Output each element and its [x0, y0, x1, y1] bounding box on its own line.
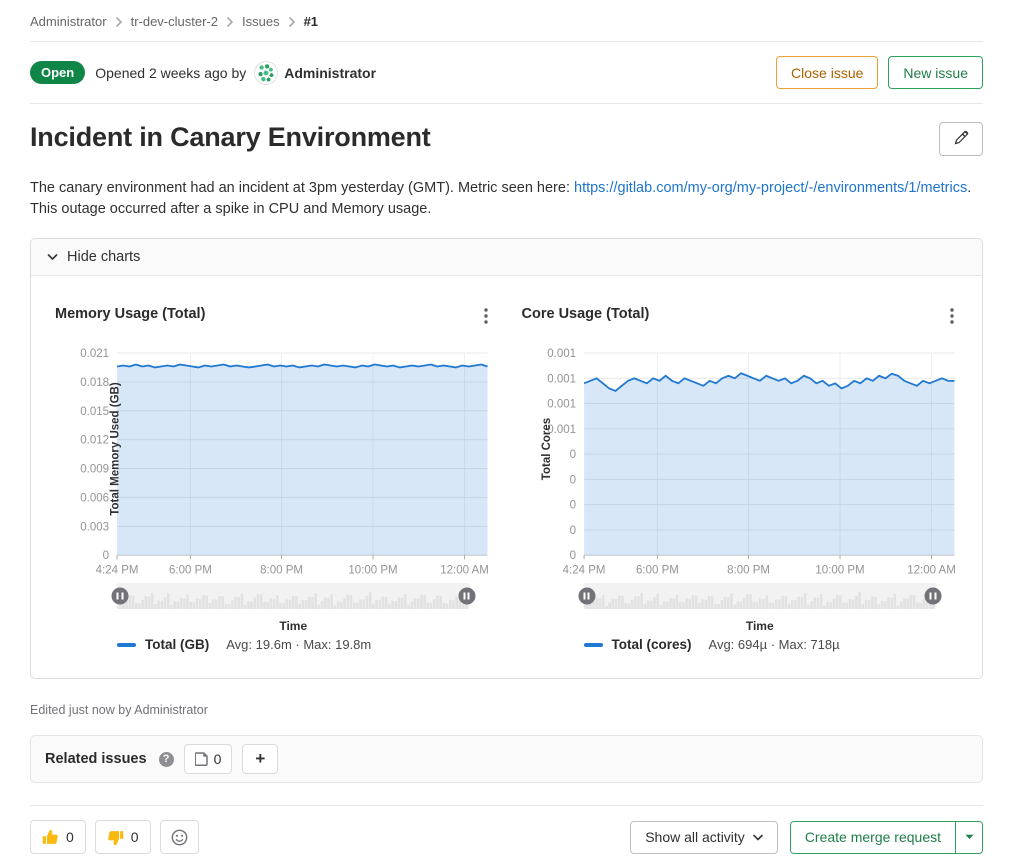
y-axis-label: Total Memory Used (GB): [110, 382, 122, 515]
edit-title-button[interactable]: [939, 122, 983, 156]
chart-range-slider[interactable]: [117, 583, 470, 609]
create-merge-request-split-button: Create merge request: [790, 821, 983, 854]
activity-filter-label: Show all activity: [645, 829, 745, 845]
svg-text:10:00 PM: 10:00 PM: [815, 564, 864, 576]
related-issues-title: Related issues: [45, 751, 147, 767]
x-axis-label: Time: [53, 619, 494, 633]
thumbs-up-icon: [42, 829, 59, 846]
close-issue-button[interactable]: Close issue: [776, 56, 878, 89]
breadcrumb: Administrator tr-dev-cluster-2 Issues #1: [30, 0, 983, 42]
thumbs-down-icon: [107, 829, 124, 846]
legend-stats: Avg: 694µ · Max: 718µ: [709, 637, 840, 652]
new-issue-button[interactable]: New issue: [888, 56, 983, 89]
description-text: The canary environment had an incident a…: [30, 180, 574, 196]
add-emoji-button[interactable]: [160, 820, 199, 854]
svg-text:12:00 AM: 12:00 AM: [440, 564, 489, 576]
range-slider-track[interactable]: [584, 583, 937, 609]
memory-usage-chart-card: Memory Usage (Total) Total Memory Used (…: [53, 298, 494, 652]
issue-icon: [195, 752, 208, 766]
hide-charts-toggle[interactable]: Hide charts: [31, 239, 982, 276]
svg-text:4:24 PM: 4:24 PM: [96, 564, 139, 576]
chart-legend: Total (cores) Avg: 694µ · Max: 718µ: [584, 637, 961, 652]
chart-range-slider[interactable]: [584, 583, 937, 609]
thumbs-up-count: 0: [66, 829, 74, 845]
legend-swatch: [584, 643, 603, 647]
pencil-icon: [953, 130, 969, 149]
y-axis-label: Total Cores: [541, 418, 553, 480]
legend-series-name: Total (cores): [612, 637, 692, 652]
author-link[interactable]: Administrator: [284, 65, 376, 81]
description-period: .: [967, 180, 971, 196]
chart-title: Core Usage (Total): [522, 306, 650, 322]
related-issues-count: 0: [214, 751, 222, 767]
kebab-menu-icon[interactable]: [944, 306, 960, 329]
hide-charts-label: Hide charts: [67, 249, 140, 265]
edited-note: Edited just now by Administrator: [30, 703, 983, 717]
related-issues-count-chip: 0: [184, 744, 233, 774]
metrics-charts-panel: Hide charts Memory Usage (Total) Total M…: [30, 238, 983, 679]
thumbs-up-button[interactable]: 0: [30, 820, 86, 854]
breadcrumb-link-project[interactable]: tr-dev-cluster-2: [131, 14, 218, 29]
merge-request-options-caret[interactable]: [955, 822, 982, 853]
issue-description: The canary environment had an incident a…: [30, 178, 983, 220]
core-usage-chart-card: Core Usage (Total) Total Cores 0.0010.00…: [520, 298, 961, 652]
breadcrumb-current-issue: #1: [304, 14, 318, 29]
legend-stats: Avg: 19.6m · Max: 19.8m: [226, 637, 371, 652]
svg-text:10:00 PM: 10:00 PM: [348, 564, 397, 576]
help-icon[interactable]: ?: [159, 752, 174, 767]
add-related-issue-button[interactable]: +: [242, 744, 278, 774]
svg-text:6:00 PM: 6:00 PM: [636, 564, 679, 576]
chevron-down-icon: [47, 253, 58, 261]
chart-legend: Total (GB) Avg: 19.6m · Max: 19.8m: [117, 637, 494, 652]
caret-down-icon: [965, 834, 974, 840]
chevron-right-icon: [115, 17, 123, 27]
charts-body: Memory Usage (Total) Total Memory Used (…: [31, 276, 982, 678]
create-merge-request-button[interactable]: Create merge request: [791, 822, 955, 853]
breadcrumb-link-group[interactable]: Administrator: [30, 14, 107, 29]
legend-swatch: [117, 643, 136, 647]
page-title: Incident in Canary Environment: [30, 122, 431, 153]
svg-text:4:24 PM: 4:24 PM: [562, 564, 605, 576]
description-text-line2: This outage occurred after a spike in CP…: [30, 201, 431, 217]
range-handle-right-icon[interactable]: [925, 588, 942, 605]
metrics-link[interactable]: https://gitlab.com/my-org/my-project/-/e…: [574, 180, 967, 196]
svg-text:8:00 PM: 8:00 PM: [260, 564, 303, 576]
chevron-right-icon: [226, 17, 234, 27]
status-badge: Open: [30, 61, 85, 84]
breadcrumb-link-issues[interactable]: Issues: [242, 14, 280, 29]
legend-series-name: Total (GB): [145, 637, 209, 652]
issue-status-bar: Open Opened 2 weeks ago by Administrator…: [30, 42, 983, 104]
svg-text:8:00 PM: 8:00 PM: [727, 564, 770, 576]
chart-title: Memory Usage (Total): [55, 306, 205, 322]
chevron-right-icon: [288, 17, 296, 27]
smiley-icon: [171, 829, 188, 846]
kebab-menu-icon[interactable]: [478, 306, 494, 329]
range-handle-left-icon[interactable]: [578, 588, 595, 605]
svg-text:12:00 AM: 12:00 AM: [907, 564, 956, 576]
thumbs-down-count: 0: [131, 829, 139, 845]
range-slider-track[interactable]: [117, 583, 470, 609]
x-axis-label: Time: [520, 619, 961, 633]
thumbs-down-button[interactable]: 0: [95, 820, 151, 854]
related-issues-bar: Related issues ? 0 +: [30, 735, 983, 783]
activity-filter-dropdown[interactable]: Show all activity: [630, 821, 778, 854]
range-handle-right-icon[interactable]: [458, 588, 475, 605]
chevron-down-icon: [753, 834, 763, 841]
opened-text: Opened 2 weeks ago by: [95, 65, 246, 81]
svg-text:6:00 PM: 6:00 PM: [169, 564, 212, 576]
range-handle-left-icon[interactable]: [112, 588, 129, 605]
chart-plot-area: 0.0010.0010.0010.001000004:24 PM6:00 PM8…: [520, 345, 961, 579]
avatar[interactable]: [254, 61, 278, 85]
